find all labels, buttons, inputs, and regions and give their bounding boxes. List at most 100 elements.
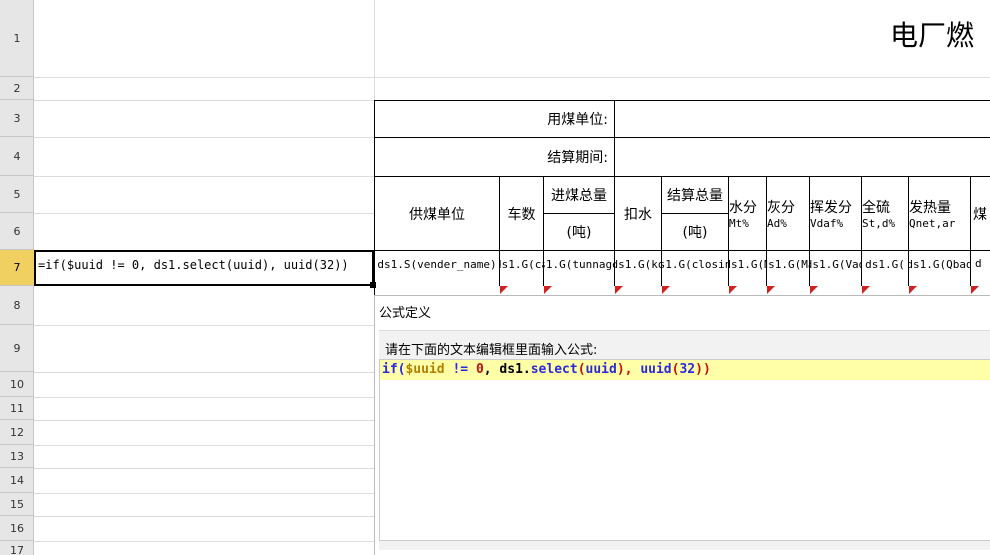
comment-marker-icon (615, 286, 623, 294)
header-settle-total[interactable]: 结算总量 (661, 176, 729, 214)
comment-marker-icon (971, 286, 979, 294)
row-header-11[interactable]: 11 (0, 397, 34, 420)
header-incoming-total[interactable]: 进煤总量 (543, 176, 615, 214)
r7-settle[interactable]: ds1.G(closing (661, 250, 729, 287)
token-function: uuid (585, 362, 617, 377)
row-header-column: 1 2 3 4 5 6 7 8 9 10 11 12 13 14 15 16 1… (0, 0, 34, 555)
token-keyword: if (382, 362, 398, 377)
comment-marker-icon (810, 286, 818, 294)
row-header-4[interactable]: 4 (0, 137, 34, 176)
dialog-prompt: 请在下面的文本编辑框里面输入公式: (385, 343, 598, 358)
coal-user-value[interactable] (614, 100, 990, 138)
header-heat-sub: Qnet,ar (909, 217, 956, 230)
header-cars[interactable]: 车数 (499, 176, 544, 251)
header-ash[interactable]: 灰分 Ad% (766, 176, 810, 251)
header-volatile-sub: Vdaf% (810, 217, 844, 230)
grid-line (34, 137, 374, 138)
grid-line (34, 397, 374, 398)
grid-line (34, 325, 374, 326)
row-header-5[interactable]: 5 (0, 176, 34, 213)
comment-marker-icon (729, 286, 737, 294)
row-header-14[interactable]: 14 (0, 468, 34, 493)
coal-user-label[interactable]: 用煤单位: (374, 100, 615, 138)
row-header-8[interactable]: 8 (0, 286, 34, 325)
grid-line (34, 420, 374, 421)
header-sulfur[interactable]: 全硫 St,d% (861, 176, 909, 251)
header-heat[interactable]: 发热量 Qnet,ar (908, 176, 971, 251)
comment-marker-icon (909, 286, 917, 294)
token-function: uuid (640, 362, 672, 377)
r7-cars[interactable]: ds1.G(ca (499, 250, 544, 287)
header-ash-label: 灰分 (767, 200, 795, 216)
token-number: 0 (475, 362, 484, 377)
row-header-13[interactable]: 13 (0, 445, 34, 468)
comment-marker-icon (544, 286, 552, 294)
r7-sulfur[interactable]: ds1.G( (861, 250, 909, 287)
row-header-12[interactable]: 12 (0, 420, 34, 445)
token-paren: )) (695, 362, 711, 377)
grid-line (34, 176, 374, 177)
token-paren: ( (577, 362, 586, 377)
header-sulfur-label: 全硫 (862, 200, 890, 216)
header-ash-sub: Ad% (767, 217, 787, 230)
formula-dialog[interactable]: 公式定义 请在下面的文本编辑框里面输入公式: if ( $uuid != 0, ds… (374, 295, 990, 555)
header-sulfur-sub: St,d% (862, 217, 896, 230)
dialog-body: 请在下面的文本编辑框里面输入公式: if ( $uuid != 0, ds1.sel… (379, 330, 990, 550)
token-plain: , ds1. (483, 362, 531, 377)
row-header-10[interactable]: 10 (0, 372, 34, 397)
grid-line (34, 372, 374, 373)
report-title: 电厂燃 (890, 19, 975, 52)
row-header-17[interactable]: 17 (0, 541, 34, 555)
header-supplier[interactable]: 供煤单位 (374, 176, 500, 251)
header-heat-label: 发热量 (909, 200, 951, 216)
period-label[interactable]: 结算期间: (374, 137, 615, 177)
grid-line (34, 516, 374, 517)
header-moisture[interactable]: 水分 Mt% (728, 176, 767, 251)
row-header-9[interactable]: 9 (0, 325, 34, 372)
comment-marker-icon (862, 286, 870, 294)
grid-line (34, 493, 374, 494)
header-settle-unit[interactable]: (吨) (661, 213, 729, 251)
comment-marker-icon (767, 286, 775, 294)
comment-marker-icon (500, 286, 508, 294)
period-value[interactable] (614, 137, 990, 177)
row-header-7[interactable]: 7 (0, 250, 34, 286)
r7-moisture[interactable]: ds1.G(M (728, 250, 767, 287)
row-header-15[interactable]: 15 (0, 493, 34, 516)
header-deduct-water[interactable]: 扣水 (614, 176, 662, 251)
row-header-3[interactable]: 3 (0, 100, 34, 137)
token-paren: ), (616, 362, 641, 377)
header-volatile-label: 挥发分 (810, 200, 852, 216)
row-header-1[interactable]: 1 (0, 0, 34, 77)
header-moisture-sub: Mt% (729, 217, 749, 230)
row-header-6[interactable]: 6 (0, 213, 34, 250)
row-header-2[interactable]: 2 (0, 77, 34, 100)
formula-editor-line[interactable]: if($uuid != 0, ds1.select(uuid), uuid(32… (380, 360, 990, 380)
row-header-16[interactable]: 16 (0, 516, 34, 541)
header-volatile[interactable]: 挥发分 Vdaf% (809, 176, 862, 251)
token-operator: != (444, 362, 476, 377)
dialog-title: 公式定义 (379, 306, 432, 321)
r7-deduct[interactable]: ds1.G(ko (614, 250, 662, 287)
r7-volatile[interactable]: ds1.G(Vad (809, 250, 862, 287)
grid-line (34, 445, 374, 446)
grid-line (34, 541, 374, 542)
header-incoming-unit[interactable]: (吨) (543, 213, 615, 251)
r7-incoming[interactable]: ds1.G(tunnage) (543, 250, 615, 287)
token-number: 32 (679, 362, 696, 377)
token-function: select (530, 362, 578, 377)
grid-line (34, 213, 374, 214)
formula-cell-a7[interactable]: =if($uuid != 0, ds1.select(uuid), uuid(3… (34, 250, 374, 286)
fill-handle[interactable] (370, 282, 376, 288)
comment-marker-icon (662, 286, 670, 294)
r7-heat[interactable]: ds1.G(Qbad (908, 250, 971, 287)
grid-line (34, 77, 990, 78)
header-moisture-label: 水分 (729, 200, 757, 216)
grid-line (34, 468, 374, 469)
formula-editor[interactable]: if($uuid != 0, ds1.select(uuid), uuid(32… (379, 359, 990, 541)
r7-supplier[interactable]: ds1.S(vender_name) (374, 250, 500, 287)
token-variable: $uuid (405, 362, 445, 377)
r7-last[interactable]: d (970, 250, 990, 287)
header-coal-cut[interactable]: 煤 (970, 176, 990, 251)
r7-ash[interactable]: ds1.G(Ma (766, 250, 810, 287)
